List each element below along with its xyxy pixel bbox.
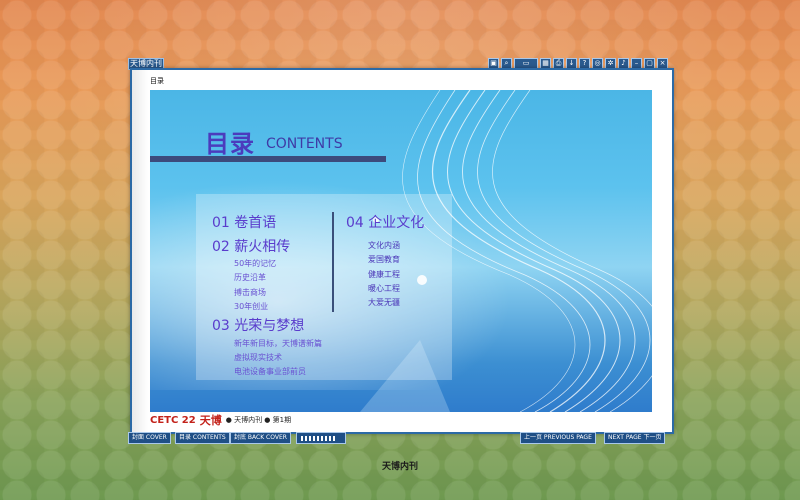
toc-item[interactable]: 大爱无疆 — [368, 297, 400, 308]
toc-item[interactable]: 文化内涵 — [368, 240, 400, 251]
footer-text: ● 天博内刊 ● 第1期 — [225, 416, 292, 424]
toc-divider — [332, 212, 334, 312]
page-title-en: CONTENTS — [266, 136, 343, 152]
toc-item[interactable]: 历史沿革 — [234, 272, 266, 283]
toc-item[interactable]: 虚拟现实技术 — [234, 352, 282, 363]
toc-item[interactable]: 爱国教育 — [368, 254, 400, 265]
page-gutter — [132, 70, 148, 432]
title-underline — [150, 156, 386, 162]
previous-page-button[interactable]: 上一页 PREVIOUS PAGE — [520, 432, 596, 444]
toc-item[interactable]: 新年新目标，天博谱新篇 — [234, 338, 322, 349]
toc-item[interactable]: 30年创业 — [234, 301, 268, 312]
bottom-title: 天博内刊 — [381, 462, 418, 472]
page-title-zh: 目录 — [205, 130, 255, 158]
toc-section-03[interactable]: 03 光荣与梦想 — [212, 315, 304, 335]
contents-page[interactable]: 目录 CONTENTS 01 卷首语 02 薪火相传 50年的记忆 历史沿革 搏… — [150, 90, 652, 412]
toc-section-04[interactable]: 04 企业文化 — [346, 212, 424, 232]
toolbar: ▣ ⌕ ▭ ▦ ⎙ ↓ ? ◎ ✲ ♪ – ▢ × — [488, 58, 668, 69]
toc-item[interactable]: 50年的记忆 — [234, 258, 276, 269]
cetc-logo: CETC 22 — [150, 414, 196, 426]
toc-item[interactable]: 暖心工程 — [368, 283, 400, 294]
footer: CETC 22 天博 ● 天博内刊 ● 第1期 — [150, 412, 291, 428]
toc-section-02[interactable]: 02 薪火相传 — [212, 236, 290, 256]
back-cover-button[interactable]: 封底 BACK COVER — [230, 432, 291, 444]
book-frame: 目录 目录 CONTENTS 01 卷首语 02 薪火相传 50年的记忆 历史沿… — [130, 68, 674, 434]
volume-slider[interactable] — [296, 432, 346, 444]
page-header-label: 目录 — [150, 77, 164, 85]
toc-item[interactable]: 健康工程 — [368, 269, 400, 280]
tianbo-logo: 天博 — [199, 414, 222, 427]
cover-button[interactable]: 封面 COVER — [128, 432, 171, 444]
toc-item[interactable]: 电池设备事业部前员 — [234, 366, 306, 377]
contents-button[interactable]: 目录 CONTENTS — [175, 432, 230, 444]
toc-section-01[interactable]: 01 卷首语 — [212, 212, 276, 232]
toc-item[interactable]: 搏击商场 — [234, 287, 266, 298]
volume-level — [301, 436, 335, 441]
next-page-button[interactable]: NEXT PAGE 下一页 — [604, 432, 666, 444]
